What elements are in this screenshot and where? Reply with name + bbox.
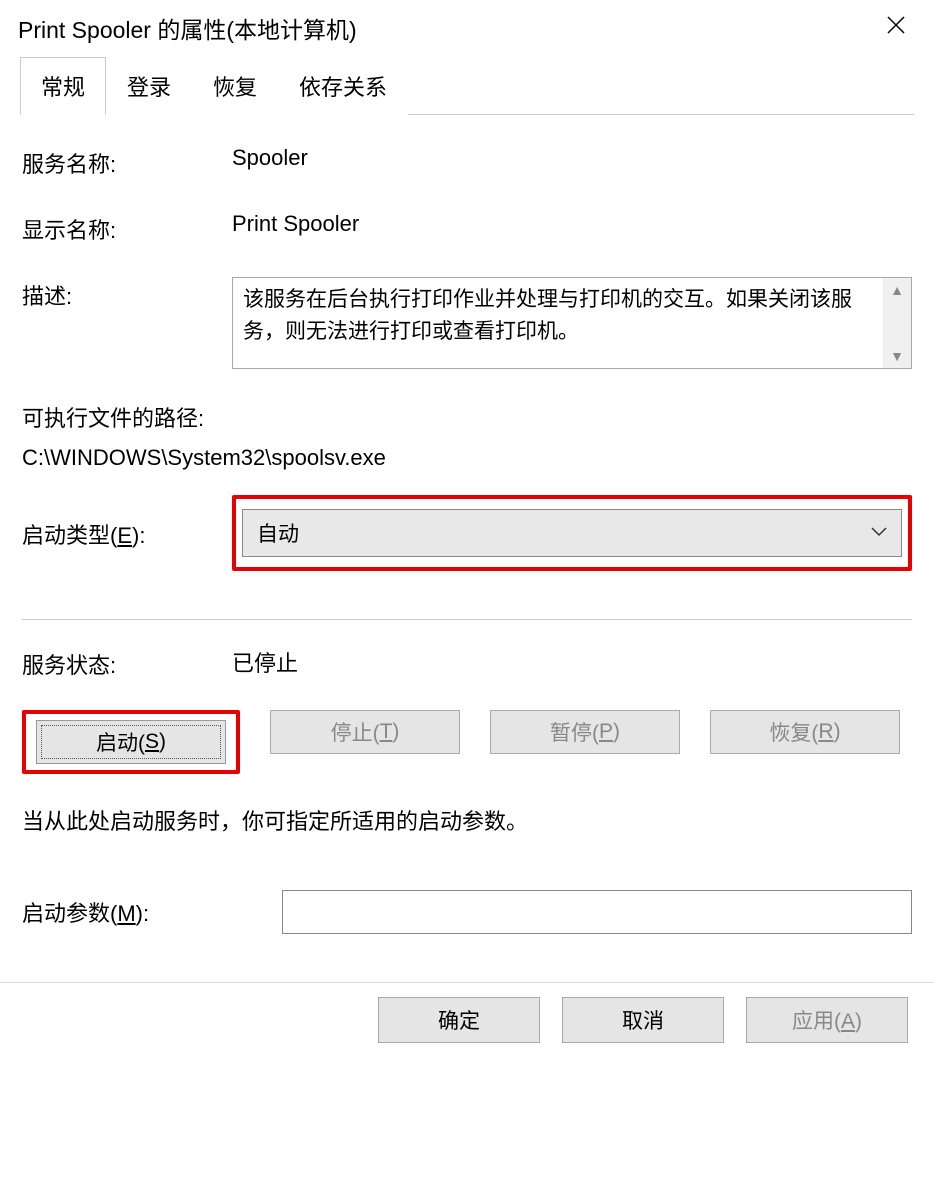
start-params-input[interactable] — [282, 890, 912, 934]
display-name-label: 显示名称: — [22, 211, 232, 245]
pause-button: 暂停(P) — [490, 710, 680, 754]
ok-button[interactable]: 确定 — [378, 997, 540, 1043]
hint-text: 当从此处启动服务时，你可指定所适用的启动参数。 — [22, 804, 912, 836]
service-name-value: Spooler — [232, 145, 912, 171]
tab-logon[interactable]: 登录 — [106, 57, 192, 115]
startup-type-value: 自动 — [257, 518, 299, 548]
apply-button: 应用(A) — [746, 997, 908, 1043]
description-scrollbar[interactable]: ▲ ▼ — [883, 278, 911, 368]
dialog-footer: 确定 取消 应用(A) — [0, 982, 934, 1065]
service-status-value: 已停止 — [232, 646, 912, 680]
exe-path-label: 可执行文件的路径: — [22, 401, 912, 433]
resume-button: 恢复(R) — [710, 710, 900, 754]
close-button[interactable] — [876, 9, 916, 47]
scroll-down-icon: ▼ — [890, 348, 904, 364]
tab-recovery[interactable]: 恢复 — [192, 57, 278, 115]
divider — [22, 619, 912, 620]
exe-path-value: C:\WINDOWS\System32\spoolsv.exe — [22, 445, 912, 471]
stop-button: 停止(T) — [270, 710, 460, 754]
start-params-label: 启动参数(M): — [22, 896, 282, 928]
description-label: 描述: — [22, 277, 232, 311]
startup-type-highlight: 自动 — [232, 495, 912, 571]
display-name-value: Print Spooler — [232, 211, 912, 237]
scroll-up-icon: ▲ — [890, 282, 904, 298]
tab-bar: 常规 登录 恢复 依存关系 — [0, 56, 934, 115]
startup-type-label: 启动类型(E): — [22, 516, 232, 550]
tab-dependencies[interactable]: 依存关系 — [278, 57, 408, 115]
description-box: 该服务在后台执行打印作业并处理与打印机的交互。如果关闭该服务，则无法进行打印或查… — [232, 277, 912, 369]
startup-type-dropdown[interactable]: 自动 — [242, 509, 902, 557]
close-icon — [886, 15, 906, 35]
tab-content: 服务名称: Spooler 显示名称: Print Spooler 描述: 该服… — [0, 115, 934, 934]
chevron-down-icon — [871, 524, 887, 542]
window-title: Print Spooler 的属性(本地计算机) — [18, 11, 357, 45]
tab-general[interactable]: 常规 — [20, 57, 106, 115]
service-name-label: 服务名称: — [22, 145, 232, 179]
service-status-label: 服务状态: — [22, 646, 232, 680]
cancel-button[interactable]: 取消 — [562, 997, 724, 1043]
description-text: 该服务在后台执行打印作业并处理与打印机的交互。如果关闭该服务，则无法进行打印或查… — [233, 278, 883, 368]
titlebar: Print Spooler 的属性(本地计算机) — [0, 0, 934, 56]
start-button[interactable]: 启动(S) — [36, 720, 226, 764]
start-button-highlight: 启动(S) — [22, 710, 240, 774]
